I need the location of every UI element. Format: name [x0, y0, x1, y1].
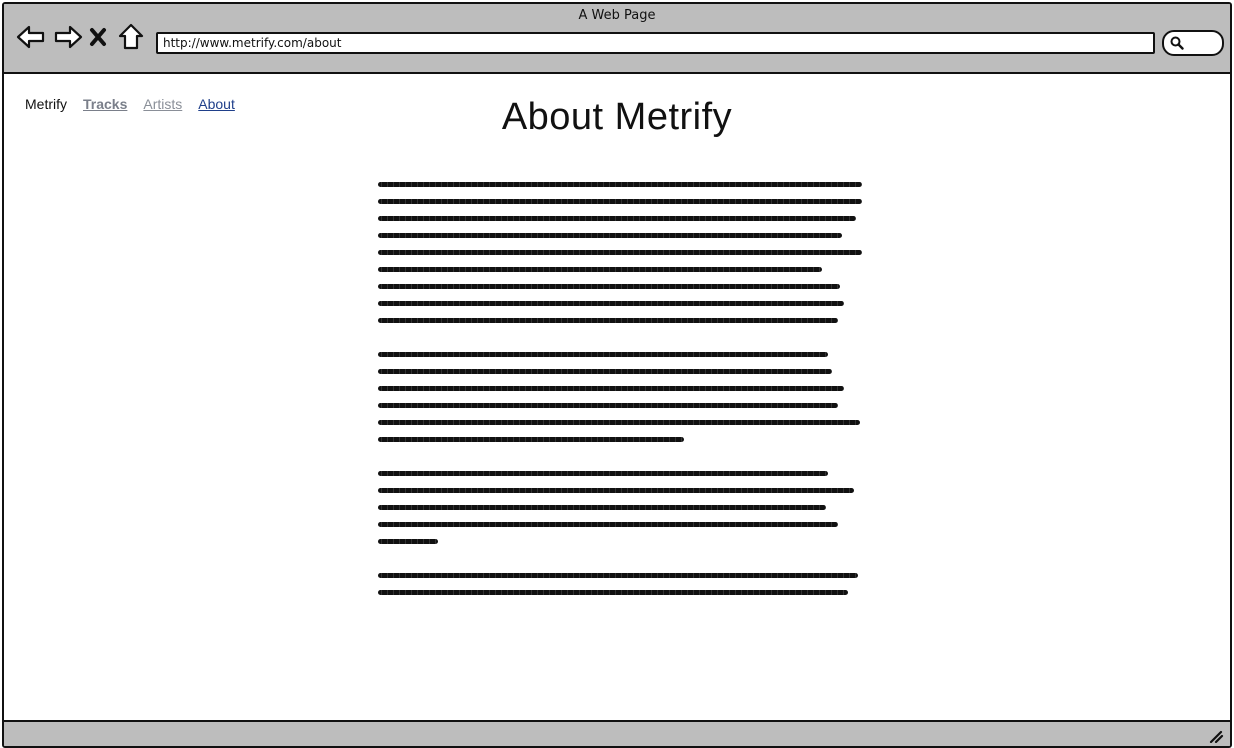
placeholder-text-line: [378, 284, 840, 289]
forward-arrow-icon: [54, 25, 83, 49]
paragraph: [378, 465, 866, 550]
placeholder-text-line: [378, 199, 862, 204]
placeholder-text-line: [378, 216, 856, 221]
placeholder-text-line: [378, 522, 838, 527]
back-button[interactable]: [14, 22, 48, 52]
search-icon: [1170, 36, 1184, 50]
page-title: About Metrify: [501, 96, 733, 138]
browser-toolbar: A Web Page http://www.metrify.com/about: [4, 4, 1230, 74]
article-body: [378, 176, 866, 618]
placeholder-text-line: [378, 505, 826, 510]
placeholder-text-line: [378, 437, 684, 442]
home-button[interactable]: [116, 22, 146, 52]
paragraph: [378, 176, 866, 329]
placeholder-text-line: [378, 352, 828, 357]
placeholder-text-line: [378, 420, 860, 425]
home-icon: [118, 23, 144, 50]
placeholder-text-line: [378, 539, 438, 544]
placeholder-text-line: [378, 182, 862, 187]
placeholder-text-line: [378, 403, 838, 408]
back-arrow-icon: [16, 25, 45, 49]
placeholder-text-line: [378, 233, 842, 238]
close-x-icon: [90, 28, 106, 46]
placeholder-text-line: [378, 267, 822, 272]
search-field[interactable]: [1162, 30, 1224, 56]
placeholder-text-line: [378, 573, 858, 578]
placeholder-text-line: [378, 250, 862, 255]
stop-button[interactable]: [86, 22, 110, 52]
paragraph: [378, 346, 866, 448]
paragraph: [378, 567, 866, 601]
forward-button[interactable]: [51, 22, 85, 52]
placeholder-text-line: [378, 488, 854, 493]
placeholder-text-line: [378, 386, 844, 391]
placeholder-text-line: [378, 301, 844, 306]
placeholder-text-line: [378, 471, 828, 476]
placeholder-text-line: [378, 318, 838, 323]
status-bar: [4, 720, 1230, 746]
window-title: A Web Page: [578, 8, 656, 23]
browser-window: A Web Page http://www.metrify.com/about: [2, 2, 1232, 748]
resize-grip-icon[interactable]: [1208, 729, 1224, 743]
placeholder-text-line: [378, 369, 832, 374]
placeholder-text-line: [378, 590, 848, 595]
page-content: Metrify Tracks Artists About About Metri…: [4, 74, 1230, 720]
address-bar[interactable]: http://www.metrify.com/about: [156, 32, 1155, 54]
